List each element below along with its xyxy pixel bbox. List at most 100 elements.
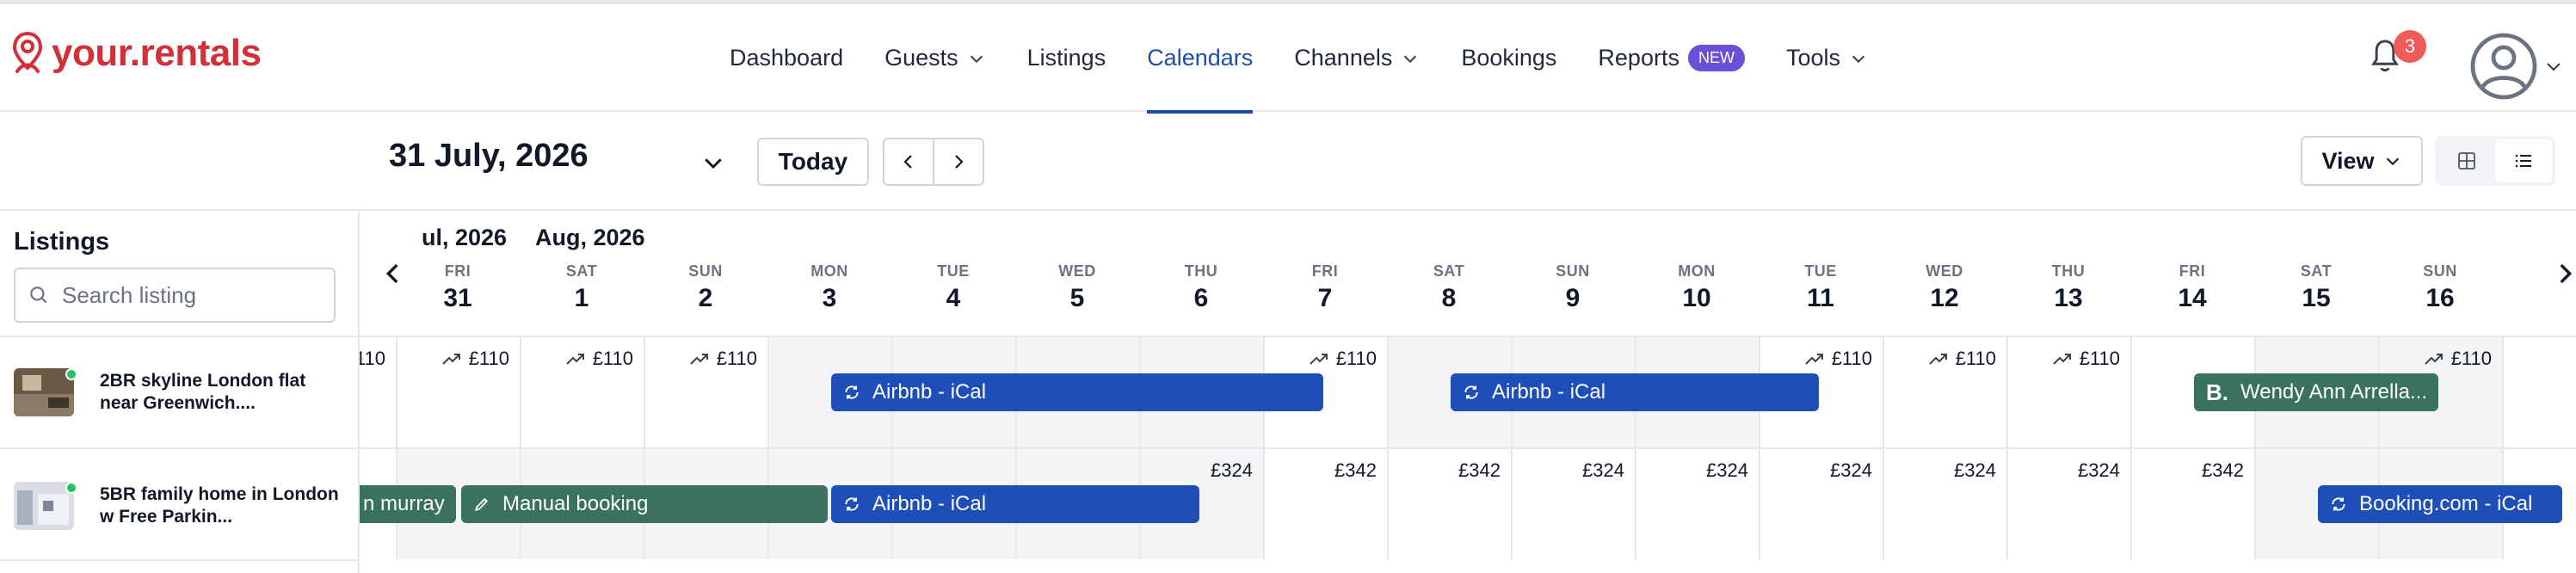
day-of-week: SAT	[565, 262, 598, 280]
calendar-day-cell[interactable]: £342	[1263, 447, 1387, 559]
day-header: MON 10	[1635, 262, 1759, 313]
booking-bar[interactable]: B. Wendy Ann Arrella...	[2194, 373, 2438, 411]
nav-listings-label: Listings	[1026, 45, 1106, 71]
booking-bar[interactable]: Airbnb - iCal	[831, 373, 1323, 411]
brand-logo[interactable]: your.rentals	[10, 30, 262, 77]
calendar-day-cell[interactable]: £342	[2130, 447, 2254, 559]
day-number: 11	[1807, 284, 1834, 312]
nav-listings[interactable]: Listings	[1027, 4, 1106, 112]
price-value: £324	[1830, 459, 1872, 481]
listing-name[interactable]: 2BR skyline London flat near Greenwich..…	[100, 370, 341, 415]
price-value: £110	[360, 348, 385, 369]
nightly-price: £110	[360, 348, 385, 370]
nav-channels[interactable]: Channels	[1294, 4, 1420, 112]
listing-row[interactable]: 5BR family home in London w Free Parkin.…	[0, 447, 360, 559]
calendar-day-cell[interactable]: £110	[396, 336, 520, 447]
app-header: your.rentals Dashboard Guests Listings C…	[0, 4, 2576, 114]
next-button[interactable]	[933, 138, 984, 186]
day-of-week: WED	[1926, 262, 1963, 280]
calendar-day-cell[interactable]: £342	[1387, 447, 1511, 559]
booking-bar[interactable]: Airbnb - iCal	[831, 485, 1199, 523]
day-header: THU 6	[1139, 262, 1263, 313]
nav-calendars[interactable]: Calendars	[1147, 4, 1254, 114]
booking-label: n murray	[363, 492, 445, 515]
calendar-day-cell[interactable]: £324	[2006, 447, 2130, 559]
calendar-day-cell[interactable]: £110	[1883, 336, 2006, 447]
search-icon	[30, 286, 47, 304]
day-header: TUE 11	[1759, 262, 1883, 313]
nav-dashboard[interactable]: Dashboard	[730, 4, 843, 112]
calendar-day-cell[interactable]: £	[2502, 336, 2576, 447]
nightly-price: £110	[1928, 348, 1996, 370]
nav-bookings[interactable]: Bookings	[1461, 4, 1556, 112]
price-value: £110	[468, 348, 509, 369]
nav-guests[interactable]: Guests	[884, 4, 986, 112]
price-value: £110	[1831, 348, 1872, 369]
day-number: 12	[1930, 284, 1959, 312]
nightly-price: £324	[1706, 459, 1748, 482]
chevron-down-icon[interactable]	[700, 150, 726, 176]
booking-label: Airbnb - iCal	[872, 492, 987, 515]
booking-bar[interactable]: Airbnb - iCal	[1451, 373, 1819, 411]
calendar-day-cell[interactable]: £324	[1635, 447, 1759, 559]
day-header: FRI 14	[2130, 262, 2254, 313]
view-dropdown-button[interactable]: View	[2301, 136, 2423, 186]
calendar-day-cell[interactable]: £110	[644, 336, 767, 447]
search-box[interactable]	[14, 268, 336, 323]
today-button[interactable]: Today	[757, 138, 869, 186]
nav-reports[interactable]: Reports NEW	[1598, 4, 1745, 112]
day-header: SAT 8	[1387, 262, 1511, 313]
day-of-week: MON	[810, 262, 848, 280]
nav-channels-label: Channels	[1294, 45, 1393, 71]
day-of-week: FRI	[2179, 262, 2206, 280]
calendar-day-cell[interactable]: £110	[520, 336, 644, 447]
calendar-day-cell[interactable]: £324	[1511, 447, 1635, 559]
booking-bar[interactable]: n murray	[360, 485, 456, 523]
day-of-week: WED	[1058, 262, 1096, 280]
grid-view-button[interactable]	[2438, 139, 2495, 182]
price-value: £110	[592, 348, 633, 369]
day-of-week: TUE	[937, 262, 970, 280]
listing-name[interactable]: 5BR family home in London w Free Parkin.…	[100, 484, 341, 528]
booking-bar[interactable]: Manual booking	[461, 485, 828, 523]
prev-button[interactable]	[883, 138, 934, 186]
trending-up-icon	[2424, 354, 2443, 365]
nightly-price: £110	[689, 348, 757, 370]
booking-bar[interactable]: Booking.com - iCal	[2318, 485, 2562, 523]
calendar-day-cell[interactable]: £324	[1883, 447, 2006, 559]
search-input[interactable]	[62, 281, 320, 309]
day-of-week: THU	[1184, 262, 1218, 280]
calendar-day-cell[interactable]: £324	[1759, 447, 1883, 559]
notification-count-badge: 3	[2394, 30, 2426, 63]
calendar-day-cell[interactable]: £110	[360, 336, 396, 447]
price-value: £324	[2078, 459, 2120, 481]
listings-title: Listings	[14, 228, 110, 256]
user-avatar-icon[interactable]	[2469, 32, 2538, 101]
day-header: TUE 4	[891, 262, 1015, 313]
row-divider	[0, 559, 360, 561]
nav-calendars-label: Calendars	[1147, 45, 1254, 71]
list-view-button[interactable]	[2495, 139, 2552, 182]
chevron-right-icon[interactable]	[2550, 259, 2576, 288]
nav-tools[interactable]: Tools	[1786, 4, 1868, 112]
trending-up-icon	[1309, 354, 1328, 365]
pencil-icon	[475, 497, 489, 511]
day-of-week: SUN	[688, 262, 723, 280]
trending-up-icon	[441, 354, 460, 365]
nightly-price: £110	[1804, 348, 1872, 370]
chevron-down-icon[interactable]	[2543, 56, 2564, 77]
day-of-week: FRI	[1311, 262, 1339, 280]
listing-row[interactable]: 2BR skyline London flat near Greenwich..…	[0, 336, 360, 447]
day-number: 3	[822, 284, 837, 312]
logo-icon	[12, 31, 43, 73]
nightly-price: £324	[1954, 459, 1996, 482]
current-date-title[interactable]: 31 July, 2026	[389, 138, 589, 175]
booking-label: Booking.com - iCal	[2359, 492, 2533, 515]
nightly-price: £342	[1458, 459, 1501, 482]
price-value: £324	[1211, 459, 1253, 481]
list-icon	[2515, 154, 2531, 168]
nav-dashboard-label: Dashboard	[730, 45, 844, 71]
chevron-down-icon	[1404, 55, 1417, 63]
calendar-day-cell[interactable]: £110	[2006, 336, 2130, 447]
day-number: 5	[1069, 284, 1085, 312]
